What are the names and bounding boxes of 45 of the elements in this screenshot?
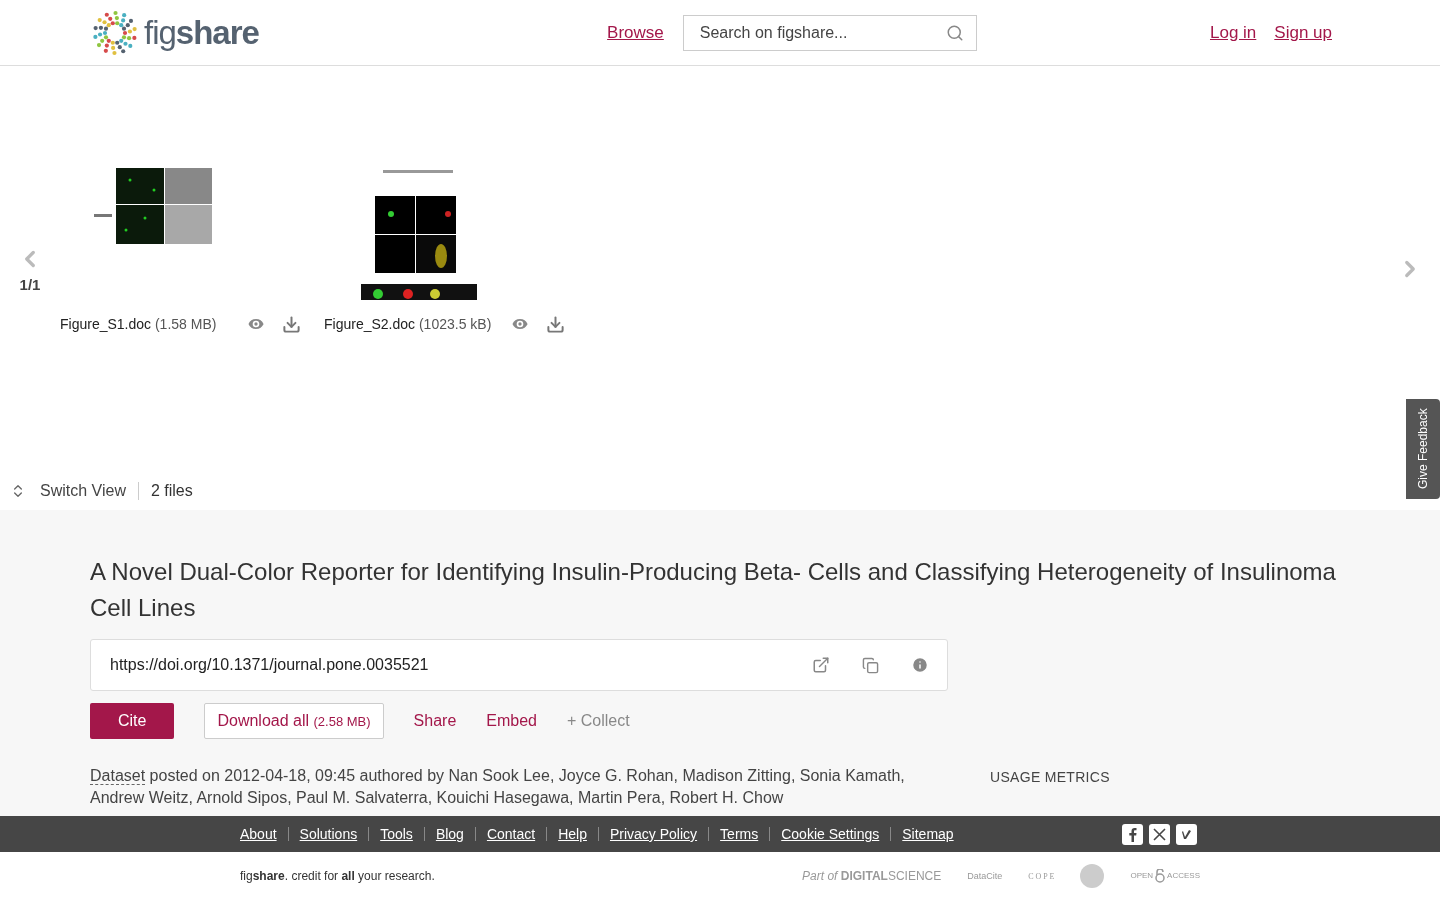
footer-tagline: figshare. credit for all your research. (240, 869, 435, 883)
open-access-logo: OPEN ACCESS (1130, 869, 1200, 883)
digital-science-logo: Part of DIGITALSCIENCE (802, 869, 942, 883)
usage-metrics-heading: USAGE METRICS (990, 769, 1110, 787)
external-link-icon[interactable] (812, 656, 830, 674)
auth-link[interactable]: Sign up (1274, 22, 1332, 43)
share-button[interactable]: Share (413, 703, 457, 739)
footer-link[interactable]: Privacy Policy (609, 826, 698, 842)
footer-link[interactable]: Cookie Settings (781, 826, 880, 842)
footer-link[interactable]: Contact (486, 826, 536, 842)
vimeo-icon[interactable] (1176, 823, 1197, 845)
download-icon[interactable] (546, 314, 565, 334)
footer-link[interactable]: Solutions (299, 826, 358, 842)
switch-view-button[interactable]: Switch View (10, 482, 126, 500)
page-counter: 1/1 (19, 276, 41, 293)
copy-icon[interactable] (862, 656, 879, 674)
dataset-link[interactable]: Dataset (90, 767, 146, 785)
footer-link[interactable]: Tools (380, 826, 413, 842)
cite-button[interactable]: Cite (90, 703, 175, 739)
footer-link[interactable]: About (240, 826, 277, 842)
seal-icon (1080, 864, 1105, 888)
item-title: A Novel Dual-Color Reporter for Identifying Insulin-Producing Beta- Cells and Classifying Heterogeneity of Insulinoma Cell Lines (90, 557, 1337, 623)
file-name: Figure_S1.doc (1.58 MB) (60, 316, 218, 332)
info-icon[interactable] (911, 656, 929, 674)
file-count: 2 files (150, 482, 193, 500)
embed-button[interactable]: Embed (486, 703, 537, 739)
file-name: Figure_S2.doc (1023.5 kB) (324, 316, 493, 332)
posted-info: Dataset posted on 2012-04-18, 09:45 authored by Nan Sook Lee, Joyce G. Rohan, Madison Zitting, Sonia Kamath, Andrew Weitz, Arnold Sipos, Paul M. Salvaterra, Kouichi Hasegawa, Martin Pera, Robert H. Chow (90, 766, 906, 808)
cope-logo: C O P E (1028, 871, 1055, 881)
feedback-tab[interactable]: Give Feedback (1406, 399, 1440, 499)
download-all-button[interactable]: Download all (2.58 MB) (204, 703, 384, 739)
footer-link[interactable]: Terms (720, 826, 759, 842)
search-field[interactable]: Search on figshare... (682, 14, 977, 51)
download-icon[interactable] (282, 314, 301, 334)
doi-link[interactable]: https://doi.org/10.1371/journal.pone.0035521 (110, 656, 780, 674)
footer-link[interactable]: Sitemap (902, 826, 954, 842)
footer-link[interactable]: Help (558, 826, 587, 842)
footer-link[interactable]: Blog (435, 826, 464, 842)
x-icon[interactable] (1149, 823, 1170, 845)
search-icon[interactable] (945, 23, 964, 42)
browse-link[interactable]: Browse (607, 22, 664, 43)
logo-wordmark[interactable]: figshare (144, 13, 259, 52)
auth-link[interactable]: Log in (1210, 22, 1257, 43)
datacite-logo: DataCite (967, 871, 1003, 881)
facebook-icon[interactable] (1122, 823, 1143, 845)
